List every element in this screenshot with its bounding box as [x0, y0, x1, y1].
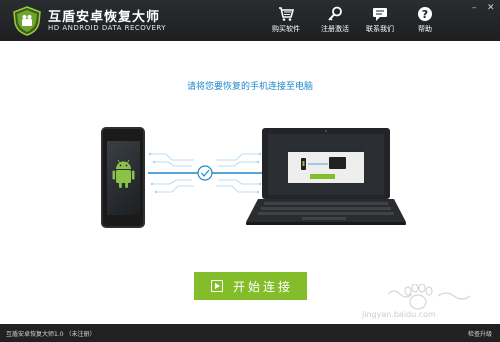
connect-prompt: 请将您要恢复的手机连接至电脑: [186, 82, 313, 92]
nav-help[interactable]: ? 帮助: [410, 6, 440, 38]
status-bar: 互盾安卓恢复大师1.0 （未注册） 检查升级: [0, 324, 500, 342]
version-status: 互盾安卓恢复大师1.0 （未注册）: [6, 331, 96, 338]
nav-buy[interactable]: 购买软件: [268, 6, 304, 38]
close-button[interactable]: ✕: [487, 3, 495, 13]
nav-help-label: 帮助: [418, 25, 432, 33]
paw-watermark-icon: [387, 283, 471, 310]
cart-icon: [279, 7, 294, 21]
app-title: 互盾安卓恢复大师: [48, 10, 161, 25]
help-icon: ?: [418, 7, 432, 21]
baidu-watermark: jingyan.baidu.com: [358, 283, 478, 324]
chat-icon: [373, 8, 387, 21]
key-icon: [328, 6, 342, 21]
check-update-link[interactable]: 检查升级: [468, 329, 492, 338]
minimize-button[interactable]: –: [472, 3, 477, 13]
play-icon: [211, 280, 223, 292]
start-connect-label: 开始连接: [233, 280, 294, 294]
title-bar: 互盾安卓恢复大师 HD ANDROID DATA RECOVERY 购买软件 注…: [0, 0, 500, 41]
laptop-illustration: [240, 126, 408, 226]
app-subtitle: HD ANDROID DATA RECOVERY: [48, 24, 167, 32]
svg-text:?: ?: [422, 8, 428, 21]
watermark-text: jingyan.baidu.com: [362, 310, 436, 319]
nav-register-label: 注册激活: [321, 25, 349, 33]
nav-buy-label: 购买软件: [272, 25, 300, 33]
start-connect-button[interactable]: 开始连接: [194, 272, 307, 300]
nav-contact[interactable]: 联系我们: [362, 6, 398, 38]
android-phone-illustration: [101, 127, 145, 228]
shield-logo-icon: [12, 6, 42, 36]
android-robot-icon: [112, 159, 135, 188]
nav-contact-label: 联系我们: [366, 25, 394, 33]
nav-register[interactable]: 注册激活: [317, 6, 353, 38]
